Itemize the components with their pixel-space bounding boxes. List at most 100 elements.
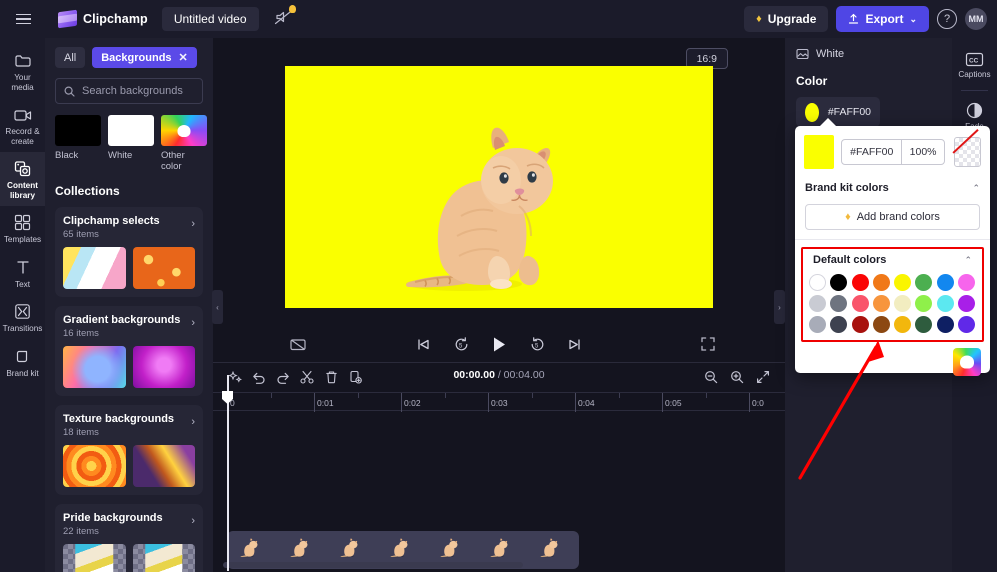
default-colors-header[interactable]: Default colors ⌃ — [803, 249, 982, 271]
default-color-swatch[interactable] — [915, 295, 933, 312]
sidebar-item-your-media[interactable]: Your media — [0, 44, 45, 98]
back-5-seconds-icon[interactable]: 5 — [448, 331, 474, 357]
collection-thumbnail[interactable] — [63, 544, 126, 572]
default-color-swatch[interactable] — [872, 295, 890, 312]
default-color-swatch[interactable] — [830, 274, 848, 291]
default-color-swatch[interactable] — [957, 316, 975, 333]
brandkit-icon — [13, 347, 33, 366]
duplicate-icon[interactable] — [343, 366, 367, 388]
popup-divider — [795, 239, 990, 240]
color-section-label: Color — [796, 74, 828, 88]
default-color-swatch[interactable] — [957, 274, 975, 291]
timeline-ruler[interactable]: 0 0:01 0:02 0:03 0:04 0:05 0:0 — [213, 391, 785, 412]
default-color-swatch[interactable] — [872, 274, 890, 291]
default-color-swatch[interactable] — [830, 295, 848, 312]
forward-5-seconds-icon[interactable]: 5 — [524, 331, 550, 357]
chevron-up-icon[interactable]: ⌃ — [972, 183, 980, 194]
help-icon[interactable]: ? — [937, 9, 957, 29]
collection-texture-backgrounds[interactable]: Texture backgrounds 18 items › — [55, 405, 203, 495]
default-color-swatch[interactable] — [809, 316, 826, 333]
filter-chip-backgrounds[interactable]: Backgrounds ✕ — [92, 47, 197, 68]
sidebar-item-content-library[interactable]: Content library — [0, 152, 45, 206]
undo-icon[interactable] — [247, 366, 271, 388]
default-color-swatch[interactable] — [915, 316, 933, 333]
mute-icon[interactable] — [273, 5, 296, 30]
avatar[interactable]: MM — [965, 8, 987, 30]
no-color-icon[interactable] — [954, 137, 981, 167]
stage-divider — [213, 362, 785, 363]
quick-color-other[interactable]: Other color — [161, 115, 207, 172]
brand-logo-group[interactable]: Clipchamp — [58, 9, 148, 29]
current-color-hex: #FAFF00 — [827, 106, 871, 118]
collection-thumbnail[interactable] — [63, 346, 126, 388]
export-button[interactable]: Export ⌄ — [836, 6, 929, 32]
collection-clipchamp-selects[interactable]: Clipchamp selects 65 items › — [55, 207, 203, 297]
default-color-swatch[interactable] — [809, 295, 826, 312]
hex-input[interactable]: #FAFF00 — [842, 140, 901, 164]
right-rail-item-captions[interactable]: CC Captions — [952, 46, 997, 85]
collection-pride-backgrounds[interactable]: Pride backgrounds 22 items › — [55, 504, 203, 572]
zoom-in-icon[interactable] — [725, 366, 749, 388]
left-nav-rail: Your media Record & create Content libra… — [0, 38, 45, 572]
sidebar-item-text[interactable]: Text — [0, 251, 45, 296]
default-color-swatch[interactable] — [851, 274, 869, 291]
collection-thumbnail[interactable] — [132, 445, 195, 487]
close-icon[interactable]: ✕ — [179, 51, 188, 64]
default-color-swatch[interactable] — [894, 316, 911, 333]
skip-to-end-icon[interactable] — [562, 331, 588, 357]
default-color-swatch[interactable] — [851, 316, 869, 333]
default-color-swatch[interactable] — [936, 316, 954, 333]
fit-to-screen-icon[interactable] — [751, 366, 775, 388]
chevron-right-icon[interactable]: › — [191, 413, 195, 428]
color-swatch-button[interactable]: #FAFF00 — [796, 97, 880, 127]
default-color-swatch[interactable] — [851, 295, 869, 312]
default-color-swatch[interactable] — [894, 274, 911, 291]
filter-chip-all[interactable]: All — [55, 47, 86, 68]
scissors-icon[interactable] — [295, 366, 319, 388]
opacity-input[interactable]: 100% — [901, 140, 944, 164]
collection-gradient-backgrounds[interactable]: Gradient backgrounds 16 items › — [55, 306, 203, 396]
chevron-right-icon[interactable]: › — [191, 314, 195, 329]
redo-icon[interactable] — [271, 366, 295, 388]
fullscreen-icon[interactable] — [695, 331, 721, 357]
collection-thumbnail[interactable] — [132, 247, 195, 289]
default-color-swatch[interactable] — [872, 316, 890, 333]
collapse-right-panel-handle[interactable]: › — [774, 290, 785, 324]
sidebar-item-record-create[interactable]: Record & create — [0, 98, 45, 152]
collection-thumbnail[interactable] — [63, 247, 126, 289]
default-color-swatch[interactable] — [936, 295, 954, 312]
default-color-swatch[interactable] — [894, 295, 911, 312]
collapse-left-panel-handle[interactable]: ‹ — [212, 290, 223, 324]
default-color-swatch[interactable] — [936, 274, 954, 291]
chevron-up-icon[interactable]: ⌃ — [964, 255, 972, 266]
sidebar-item-transitions[interactable]: Transitions — [0, 295, 45, 340]
default-color-swatch[interactable] — [809, 274, 826, 291]
play-icon[interactable] — [486, 331, 512, 357]
trash-icon[interactable] — [319, 366, 343, 388]
chevron-right-icon[interactable]: › — [191, 512, 195, 527]
video-canvas[interactable] — [285, 66, 713, 308]
brand-kit-colors-header[interactable]: Brand kit colors ⌃ — [795, 177, 990, 199]
captions-off-icon[interactable] — [285, 331, 311, 357]
timeline-scrollbar[interactable] — [213, 562, 785, 568]
collection-thumbnail[interactable] — [132, 544, 195, 572]
zoom-out-icon[interactable] — [699, 366, 723, 388]
timeline-scrollbar-thumb[interactable] — [223, 562, 523, 568]
project-title-input[interactable]: Untitled video — [161, 7, 259, 31]
collection-thumbnail[interactable] — [63, 445, 126, 487]
default-color-swatch[interactable] — [830, 316, 848, 333]
color-wheel-icon[interactable] — [953, 348, 981, 376]
skip-to-start-icon[interactable] — [410, 331, 436, 357]
quick-color-black[interactable]: Black — [55, 115, 101, 172]
sidebar-item-templates[interactable]: Templates — [0, 206, 45, 251]
upgrade-button[interactable]: ♦ Upgrade — [744, 6, 829, 32]
sidebar-item-brand-kit[interactable]: Brand kit — [0, 340, 45, 385]
search-backgrounds-input[interactable]: Search backgrounds — [55, 78, 203, 104]
chevron-right-icon[interactable]: › — [191, 215, 195, 230]
quick-color-white[interactable]: White — [108, 115, 154, 172]
collection-thumbnail[interactable] — [132, 346, 195, 388]
default-color-swatch[interactable] — [915, 274, 933, 291]
hamburger-icon[interactable] — [4, 0, 42, 38]
add-brand-colors-button[interactable]: ♦ Add brand colors — [805, 204, 980, 230]
default-color-swatch[interactable] — [957, 295, 975, 312]
